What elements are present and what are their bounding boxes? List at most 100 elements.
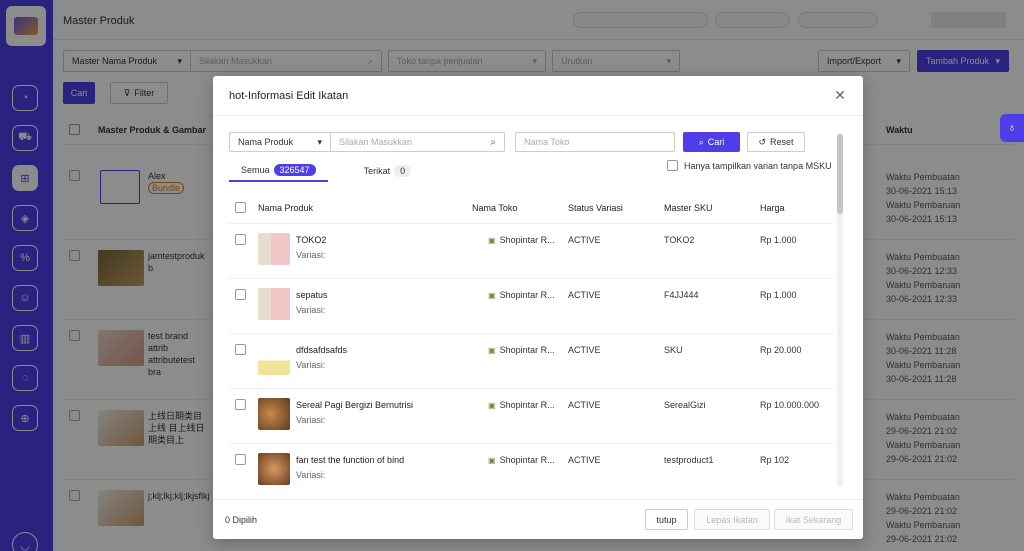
status-variasi: ACTIVE xyxy=(568,345,601,355)
ikat-sekarang-label: Ikat Sekarang xyxy=(785,514,842,525)
product-image xyxy=(258,233,290,265)
col-status-variasi: Status Variasi xyxy=(568,203,623,213)
product-name: TOKO2 xyxy=(296,235,327,245)
search-icon: ⌕ xyxy=(698,136,704,147)
msku-filter[interactable]: Hanya tampilkan varian tanpa MSKU xyxy=(667,160,832,171)
modal-cari-label: Cari xyxy=(707,137,725,147)
toko-name: Shopintar R... xyxy=(499,455,555,465)
shop-icon: ▣ xyxy=(488,400,496,410)
toko-cell: ▣ Shopintar R... xyxy=(488,400,555,410)
master-sku: F4JJ444 xyxy=(664,290,699,300)
modal-search: Nama Produk ▾ Silakan Masukkan ⌕ xyxy=(229,132,505,152)
harga: Rp 102 xyxy=(760,455,790,465)
master-sku: TOKO2 xyxy=(664,235,695,245)
table-row[interactable]: dfdsafdsafds Variasi: ▣ Shopintar R... AC… xyxy=(229,334,833,389)
variasi-label: Variasi: xyxy=(296,250,326,260)
modal-header: hot-Informasi Edit Ikatan ✕ xyxy=(213,76,863,116)
variasi-label: Variasi: xyxy=(296,470,326,480)
product-name: sepatus xyxy=(296,290,328,300)
status-variasi: ACTIVE xyxy=(568,235,601,245)
product-image xyxy=(258,343,290,375)
modal-tabs: Semua 326547 Terikat 0 xyxy=(229,160,423,184)
tab-semua-label: Semua xyxy=(241,165,270,175)
shop-icon: ▣ xyxy=(488,235,496,245)
modal-search-placeholder: Silakan Masukkan xyxy=(339,137,413,147)
col-harga: Harga xyxy=(760,203,785,213)
harga: Rp 1.000 xyxy=(760,235,797,245)
tutup-label: tutup xyxy=(656,514,677,525)
tab-semua[interactable]: Semua 326547 xyxy=(229,160,328,182)
toko-cell: ▣ Shopintar R... xyxy=(488,290,555,300)
status-variasi: ACTIVE xyxy=(568,455,601,465)
variasi-label: Variasi: xyxy=(296,305,326,315)
table-row[interactable]: sepatus Variasi: ▣ Shopintar R... ACTIVE … xyxy=(229,279,833,334)
master-sku: SKU xyxy=(664,345,683,355)
status-variasi: ACTIVE xyxy=(568,290,601,300)
toko-name: Shopintar R... xyxy=(499,290,555,300)
lepas-ikatan-button[interactable]: Lepas Ikatan xyxy=(694,509,770,530)
select-all-checkbox[interactable] xyxy=(235,202,246,213)
master-sku: SerealGizi xyxy=(664,400,706,410)
nama-produk-select[interactable]: Nama Produk ▾ xyxy=(229,132,331,152)
close-icon[interactable]: ✕ xyxy=(831,86,849,104)
toko-cell: ▣ Shopintar R... xyxy=(488,235,555,245)
modal-footer: 0 Dipilih tutup Lepas Ikatan Ikat Sekara… xyxy=(213,499,863,539)
harga: Rp 1.000 xyxy=(760,290,797,300)
scrollbar-thumb[interactable] xyxy=(837,134,843,214)
msku-checkbox[interactable] xyxy=(667,160,678,171)
reset-icon: ↺ xyxy=(758,136,767,147)
product-name: dfdsafdsafds xyxy=(296,345,348,355)
row-checkbox[interactable] xyxy=(235,399,246,410)
lightbulb-icon[interactable]: ♁ xyxy=(1000,114,1024,142)
selected-count: 0 Dipilih xyxy=(225,515,258,525)
product-image xyxy=(258,288,290,320)
nama-produk-select-value: Nama Produk xyxy=(238,137,294,147)
table-row[interactable]: Sereal Pagi Bergizi Bernutrisi Variasi: … xyxy=(229,389,833,444)
toko-name: Shopintar R... xyxy=(499,400,555,410)
tab-terikat-label: Terikat xyxy=(363,166,391,176)
search-icon: ⌕ xyxy=(490,136,496,148)
nama-toko-placeholder: Nama Toko xyxy=(524,137,570,147)
nama-toko-input[interactable]: Nama Toko xyxy=(515,132,675,152)
modal-search-input[interactable]: Silakan Masukkan ⌕ xyxy=(331,132,505,152)
toko-cell: ▣ Shopintar R... xyxy=(488,345,555,355)
product-image xyxy=(258,398,290,430)
product-name: Sereal Pagi Bergizi Bernutrisi xyxy=(296,400,414,410)
modal-title: hot-Informasi Edit Ikatan xyxy=(229,90,349,102)
shop-icon: ▣ xyxy=(488,345,496,355)
tab-terikat[interactable]: Terikat 0 xyxy=(352,160,424,182)
row-checkbox[interactable] xyxy=(235,234,246,245)
row-checkbox[interactable] xyxy=(235,454,246,465)
product-name: fan test the function of bind xyxy=(296,455,405,465)
toko-cell: ▣ Shopintar R... xyxy=(488,455,555,465)
tab-semua-count: 326547 xyxy=(273,164,316,176)
tutup-button[interactable]: tutup xyxy=(645,509,688,530)
table-row[interactable]: TOKO2 Variasi: ▣ Shopintar R... ACTIVE TO… xyxy=(229,224,833,279)
shop-icon: ▣ xyxy=(488,290,496,300)
harga: Rp 10.000.000 xyxy=(760,400,820,410)
ikat-sekarang-button[interactable]: Ikat Sekarang xyxy=(774,509,853,530)
col-nama-produk: Nama Produk xyxy=(258,203,314,213)
harga: Rp 20.000 xyxy=(760,345,802,355)
modal-table-header: Nama Produk Nama Toko Status Variasi Mas… xyxy=(229,192,833,224)
col-master-sku: Master SKU xyxy=(664,203,713,213)
tab-terikat-count: 0 xyxy=(394,165,412,177)
variasi-label: Variasi: xyxy=(296,360,326,370)
toko-name: Shopintar R... xyxy=(499,235,555,245)
row-checkbox[interactable] xyxy=(235,289,246,300)
table-row[interactable]: fan test the function of bind Variasi: ▣… xyxy=(229,444,833,499)
modal-cari-button[interactable]: ⌕ Cari xyxy=(683,132,740,152)
shop-icon: ▣ xyxy=(488,455,496,465)
variasi-label: Variasi: xyxy=(296,415,326,425)
product-image xyxy=(258,453,290,485)
reset-button[interactable]: ↺ Reset xyxy=(747,132,805,152)
chevron-down-icon: ▾ xyxy=(317,136,322,147)
reset-label: Reset xyxy=(770,137,794,147)
modal-scrollbar[interactable] xyxy=(837,132,843,487)
edit-ikatan-modal: hot-Informasi Edit Ikatan ✕ Nama Produk ▾… xyxy=(213,76,863,539)
toko-name: Shopintar R... xyxy=(499,345,555,355)
master-sku: testproduct1 xyxy=(664,455,714,465)
lepas-ikatan-label: Lepas Ikatan xyxy=(706,514,758,525)
row-checkbox[interactable] xyxy=(235,344,246,355)
status-variasi: ACTIVE xyxy=(568,400,601,410)
